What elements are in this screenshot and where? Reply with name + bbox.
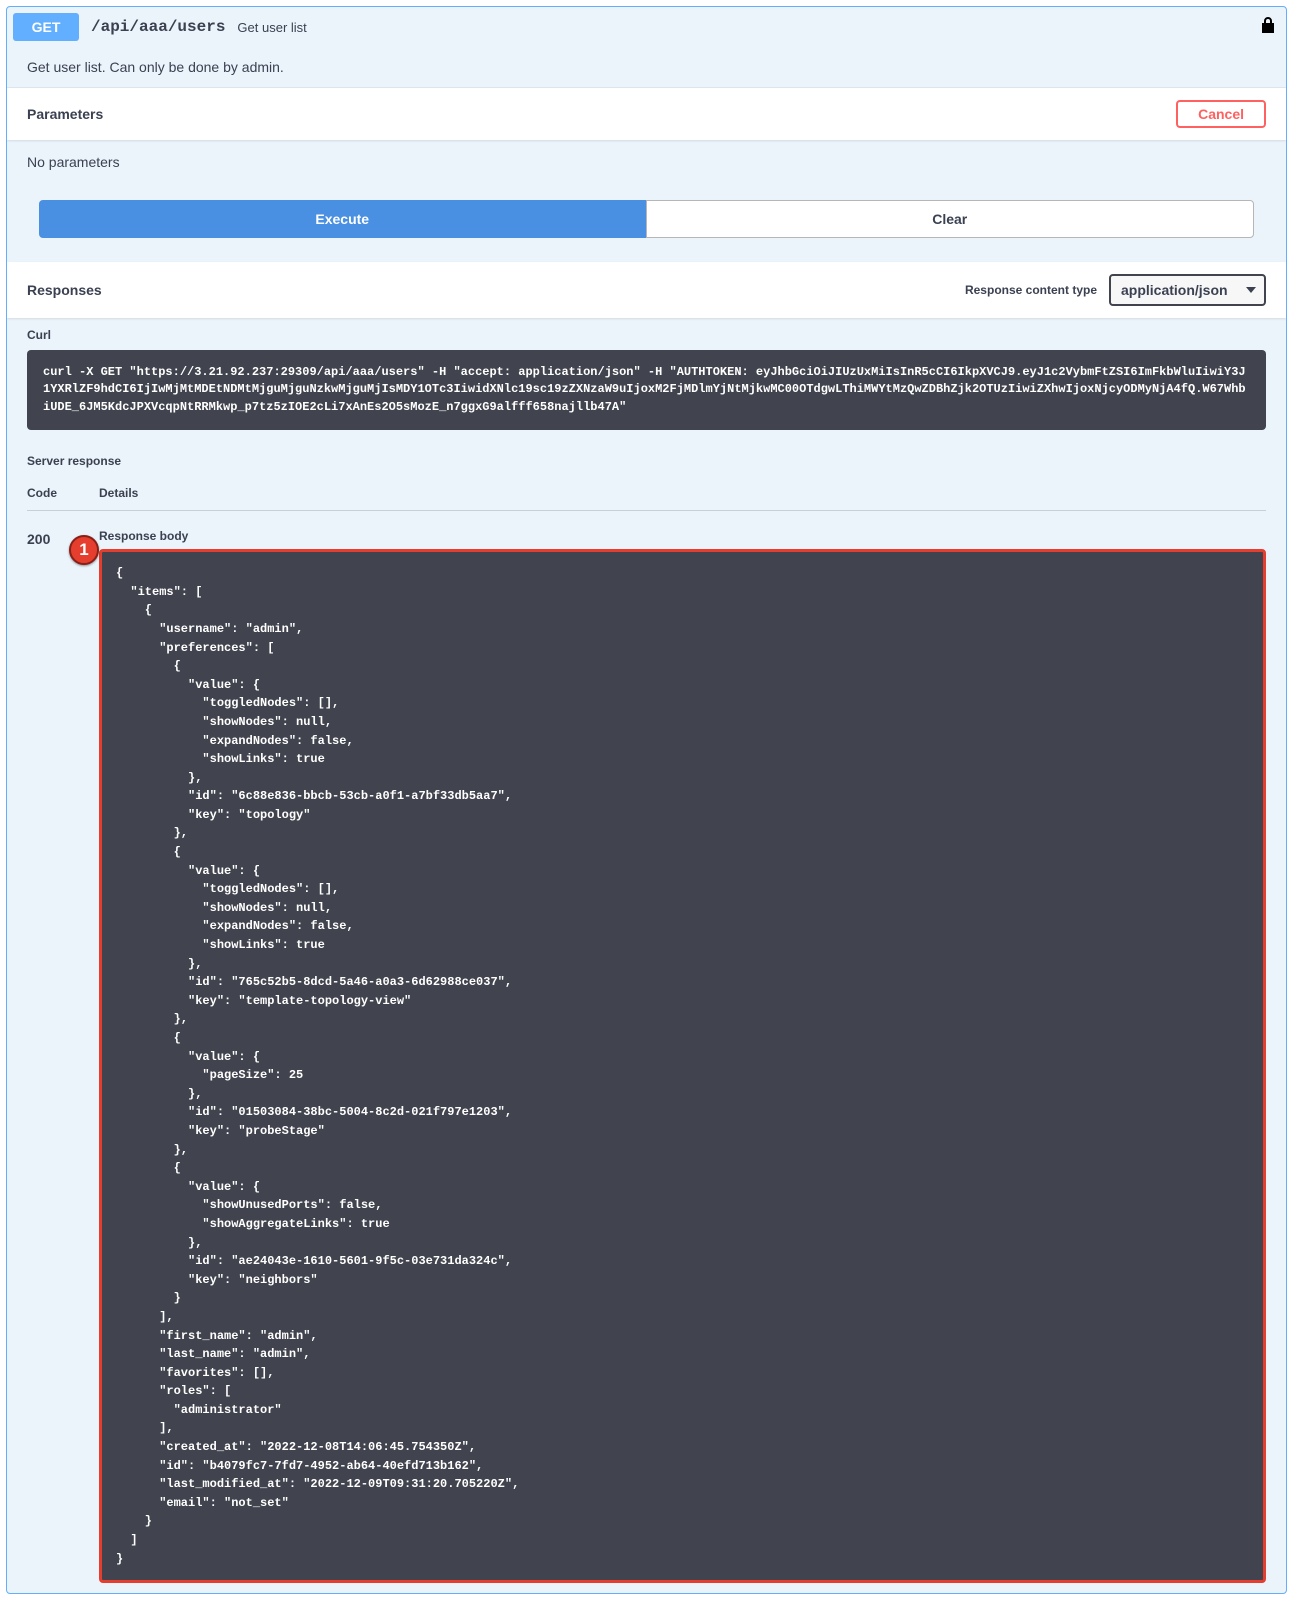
details-column-header: Details xyxy=(99,486,1266,500)
response-table: Code Details 200 Response body 1 { "item… xyxy=(7,476,1286,1583)
parameters-body: No parameters Execute Clear xyxy=(7,140,1286,262)
content-type-label: Response content type xyxy=(965,283,1097,297)
no-parameters-text: No parameters xyxy=(27,154,1266,170)
action-button-row: Execute Clear xyxy=(39,200,1254,238)
response-body-label: Response body xyxy=(99,529,1266,549)
execute-button[interactable]: Execute xyxy=(39,200,646,238)
endpoint-summary: Get user list xyxy=(237,20,1260,35)
clear-button[interactable]: Clear xyxy=(646,200,1255,238)
response-table-header: Code Details xyxy=(27,476,1266,511)
content-type-select[interactable]: application/json xyxy=(1109,274,1266,306)
http-method-badge: GET xyxy=(13,13,79,41)
parameters-section-header: Parameters Cancel xyxy=(7,88,1286,140)
content-type-select-wrap: application/json xyxy=(1109,274,1266,306)
responses-title: Responses xyxy=(27,282,102,298)
response-details: Response body 1 { "items": [ { "username… xyxy=(99,529,1266,1583)
parameters-title: Parameters xyxy=(27,106,103,122)
lock-icon[interactable] xyxy=(1260,16,1276,39)
server-response-label: Server response xyxy=(7,444,1286,476)
api-operation-panel: GET /api/aaa/users Get user list Get use… xyxy=(6,6,1287,1594)
content-type-wrap: Response content type application/json xyxy=(965,274,1266,306)
curl-command-block[interactable]: curl -X GET "https://3.21.92.237:29309/a… xyxy=(27,350,1266,430)
operation-header[interactable]: GET /api/aaa/users Get user list xyxy=(7,7,1286,47)
responses-section-header: Responses Response content type applicat… xyxy=(7,262,1286,318)
cancel-button[interactable]: Cancel xyxy=(1176,100,1266,128)
code-column-header: Code xyxy=(27,486,99,500)
endpoint-description: Get user list. Can only be done by admin… xyxy=(7,47,1286,88)
response-body-block[interactable]: { "items": [ { "username": "admin", "pre… xyxy=(99,549,1266,1583)
response-row: 200 Response body 1 { "items": [ { "user… xyxy=(27,511,1266,1583)
annotation-marker-1: 1 xyxy=(69,535,99,565)
curl-label: Curl xyxy=(7,318,1286,350)
endpoint-path: /api/aaa/users xyxy=(79,18,237,36)
